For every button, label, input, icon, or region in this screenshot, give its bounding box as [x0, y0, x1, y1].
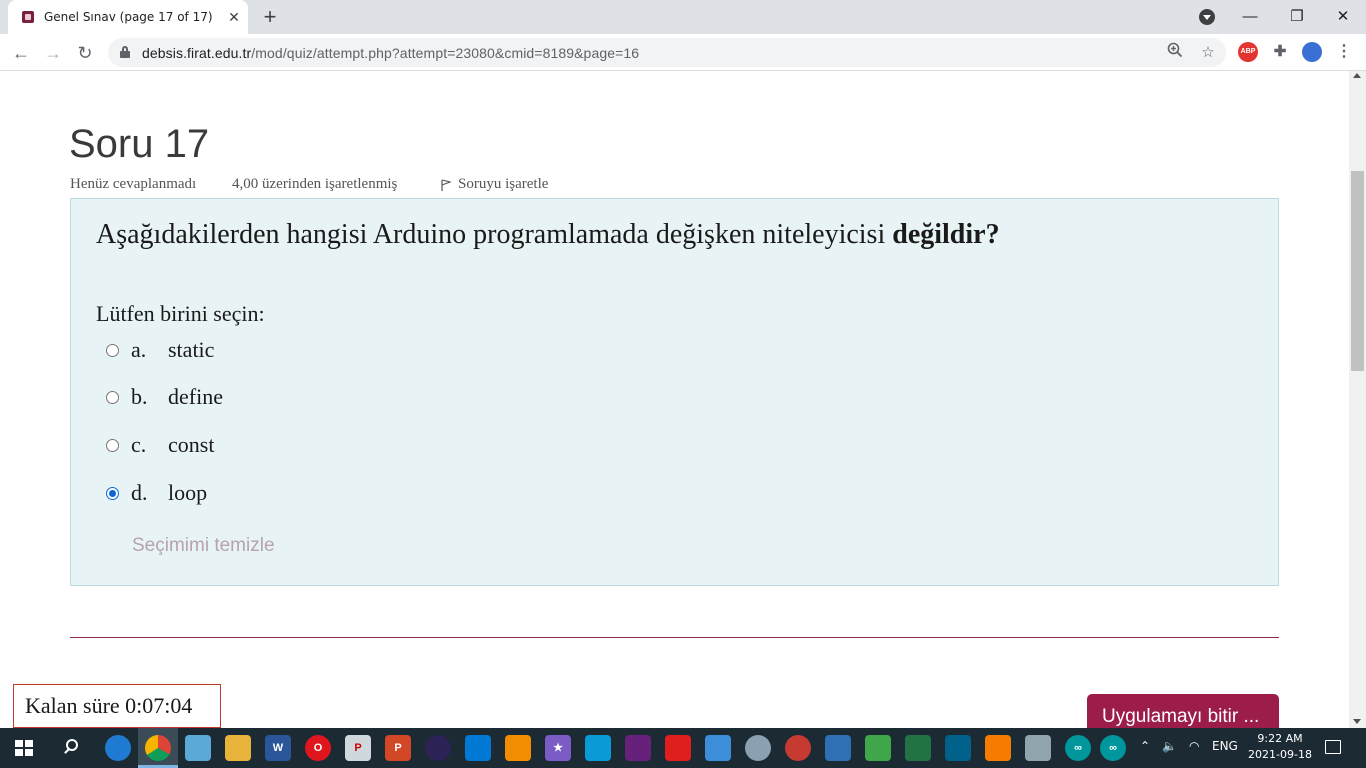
close-window-button[interactable]: ✕ — [1328, 4, 1358, 30]
file-explorer-icon[interactable] — [225, 735, 251, 761]
taskbar-clock[interactable]: 9:22 AM 2021-09-18 — [1246, 731, 1314, 763]
answer-option-a[interactable]: a. static — [106, 337, 506, 367]
finish-attempt-button[interactable]: Uygulamayı bitir ... — [1087, 694, 1279, 728]
flag-question-link[interactable]: Soruyu işaretle — [458, 176, 548, 193]
volume-icon[interactable]: 🔈 — [1162, 739, 1177, 753]
xampp-icon[interactable] — [985, 735, 1011, 761]
question-text: Aşağıdakilerden hangisi Arduino programl… — [96, 219, 1000, 250]
option-text[interactable]: loop — [168, 480, 207, 506]
remote-app-icon[interactable] — [585, 735, 611, 761]
radio-b[interactable] — [106, 391, 119, 404]
paint-app-icon[interactable] — [745, 735, 771, 761]
chrome-icon[interactable] — [138, 735, 178, 768]
question-number: Soru 17 — [69, 122, 210, 166]
option-text[interactable]: define — [168, 384, 223, 410]
power-app-icon[interactable] — [665, 735, 691, 761]
notification-center-icon[interactable] — [1325, 740, 1341, 754]
record-app-icon[interactable] — [785, 735, 811, 761]
option-letter: b. — [131, 384, 148, 409]
option-letter: a. — [131, 337, 147, 362]
visual-studio-icon[interactable] — [625, 735, 651, 761]
sheet-app-icon[interactable] — [905, 735, 931, 761]
answer-option-b[interactable]: b. define — [106, 384, 506, 414]
flag-icon[interactable] — [441, 179, 451, 191]
url-text: debsis.firat.edu.tr/mod/quiz/attempt.php… — [142, 45, 640, 61]
arduino-2-icon[interactable]: ∞ — [1100, 735, 1126, 761]
timer-text: Kalan süre 0:07:04 — [25, 693, 193, 718]
windows-start-icon[interactable] — [15, 740, 33, 756]
chart-app-icon[interactable] — [865, 735, 891, 761]
tab-close-icon[interactable]: ✕ — [224, 7, 244, 27]
mysql-workbench-icon[interactable] — [945, 735, 971, 761]
arduino-icon[interactable]: ∞ — [1065, 735, 1091, 761]
windows-taskbar: W O P P ★ ∞ ∞ ⌃ 🔈 ◠ ENG 9:22 AM 2021-09-… — [0, 728, 1366, 768]
page-scrollbar[interactable] — [1349, 71, 1366, 728]
question-box: Aşağıdakilerden hangisi Arduino programl… — [70, 198, 1279, 586]
reload-button[interactable]: ↻ — [72, 40, 98, 66]
new-tab-button[interactable]: + — [258, 5, 282, 29]
network-app-icon[interactable] — [705, 735, 731, 761]
option-letter: c. — [131, 432, 147, 457]
star-app-icon[interactable]: ★ — [545, 735, 571, 761]
adblock-plus-icon[interactable]: ABP — [1238, 42, 1258, 62]
forward-button[interactable]: → — [40, 40, 66, 66]
vlc-icon[interactable] — [505, 735, 531, 761]
finish-attempt-label: Uygulamayı bitir ... — [1102, 706, 1260, 727]
word-icon[interactable]: W — [265, 735, 291, 761]
wifi-icon[interactable]: ◠ — [1189, 739, 1199, 753]
answer-option-d[interactable]: d. loop — [106, 480, 506, 510]
radio-a[interactable] — [106, 344, 119, 357]
browser-tab[interactable]: Genel Sınav (page 17 of 17) ✕ — [8, 0, 248, 34]
powerpoint-icon[interactable]: P — [385, 735, 411, 761]
profile-avatar[interactable] — [1302, 42, 1322, 62]
eclipse-icon[interactable] — [425, 735, 451, 761]
section-divider — [70, 637, 1279, 638]
tab-title: Genel Sınav (page 17 of 17) — [44, 10, 213, 24]
tray-chevron-icon[interactable]: ⌃ — [1140, 739, 1150, 753]
question-grade: 4,00 üzerinden işaretlenmiş — [232, 176, 398, 192]
snipping-tool-icon[interactable] — [185, 735, 211, 761]
vscode-icon[interactable] — [465, 735, 491, 761]
radio-d-selected[interactable] — [106, 487, 119, 500]
answer-option-c[interactable]: c. const — [106, 432, 506, 462]
question-state: Henüz cevaplanmadı — [70, 176, 197, 192]
lock-icon[interactable] — [120, 46, 130, 58]
quiz-timer: Kalan süre 0:07:04 — [13, 684, 221, 728]
clock-date: 2021-09-18 — [1248, 748, 1312, 761]
address-bar[interactable]: debsis.firat.edu.tr/mod/quiz/attempt.php… — [108, 38, 1226, 67]
clock-time: 9:22 AM — [1257, 732, 1303, 745]
radio-c[interactable] — [106, 439, 119, 452]
search-app-icon[interactable] — [1025, 735, 1051, 761]
extensions-puzzle-icon[interactable]: ✚ — [1270, 42, 1290, 62]
python-app-icon[interactable] — [825, 735, 851, 761]
tab-search-icon[interactable] — [1199, 9, 1215, 25]
tab-strip: Genel Sınav (page 17 of 17) ✕ + — ❐ ✕ — [0, 0, 1366, 34]
answer-prompt: Lütfen birini seçin: — [96, 301, 265, 326]
bookmark-star-icon[interactable]: ☆ — [1197, 42, 1219, 64]
browser-toolbar: ← → ↻ debsis.firat.edu.tr/mod/quiz/attem… — [0, 34, 1366, 71]
language-indicator[interactable]: ENG — [1212, 739, 1238, 753]
scroll-up-arrow-icon[interactable] — [1353, 73, 1361, 78]
menu-icon[interactable]: ⋮ — [1334, 42, 1354, 62]
restore-button[interactable]: ❐ — [1282, 4, 1312, 30]
taskbar-search-icon[interactable] — [62, 738, 82, 758]
zoom-icon[interactable] — [1164, 42, 1186, 64]
option-text[interactable]: static — [168, 337, 214, 363]
moodle-favicon-icon — [22, 11, 34, 23]
pdf-tool-icon[interactable]: P — [345, 735, 371, 761]
option-letter: d. — [131, 480, 148, 505]
quiz-page: Soru 17 Henüz cevaplanmadı 4,00 üzerinde… — [0, 72, 1349, 728]
scroll-thumb[interactable] — [1351, 171, 1364, 371]
opera-icon[interactable]: O — [305, 735, 331, 761]
back-button[interactable]: ← — [8, 40, 34, 66]
scroll-down-arrow-icon[interactable] — [1353, 719, 1361, 724]
minimize-button[interactable]: — — [1235, 4, 1265, 30]
edge-icon[interactable] — [105, 735, 131, 761]
option-text[interactable]: const — [168, 432, 214, 458]
clear-choice-link[interactable]: Seçimimi temizle — [132, 535, 275, 557]
